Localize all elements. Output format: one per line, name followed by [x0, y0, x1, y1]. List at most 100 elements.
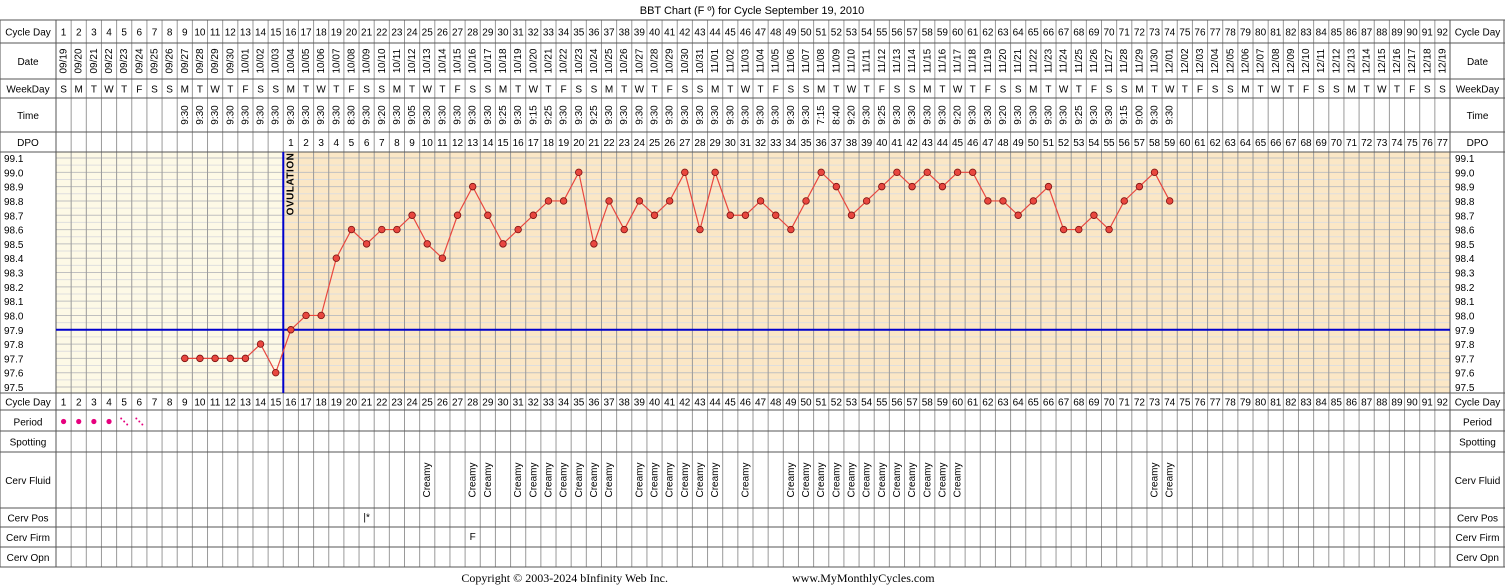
time-label: 9:25 — [543, 105, 554, 125]
date-label: 10/30 — [680, 48, 691, 73]
cycle-day-label: 14 — [255, 28, 267, 39]
y-tick-label-right: 98.1 — [1455, 297, 1475, 308]
footer-link[interactable]: www.MyMonthlyCycles.com — [792, 571, 935, 585]
dpo-label: 70 — [1331, 138, 1343, 149]
time-label: 9:30 — [680, 105, 691, 125]
cycle-day-label: 18 — [316, 28, 328, 39]
cycle-day-label: 37 — [603, 28, 615, 39]
row-label-date: Date — [17, 57, 39, 68]
time-label: 9:15 — [528, 105, 539, 125]
dpo-label: 42 — [907, 138, 919, 149]
cycle-day-label: 87 — [1361, 28, 1373, 39]
cycle-day-label-bottom: 17 — [300, 398, 312, 409]
temperature-point — [529, 211, 537, 219]
time-label: 9:30 — [801, 105, 812, 125]
date-label: 10/05 — [301, 48, 312, 73]
cycle-day-label: 52 — [831, 28, 843, 39]
cerv-pos-mark: |* — [363, 513, 370, 524]
cerv-fluid-label: Creamy — [831, 462, 842, 497]
weekday-label: F — [1409, 85, 1415, 96]
weekday-label: T — [1151, 85, 1157, 96]
date-label: 12/06 — [1240, 48, 1251, 73]
temperature-point — [514, 225, 522, 234]
date-label: 11/21 — [1013, 48, 1024, 73]
cerv-fluid-label: Creamy — [468, 462, 479, 497]
weekday-label: T — [1258, 85, 1264, 96]
y-tick-label: 97.8 — [4, 340, 24, 351]
cycle-day-label-bottom: 88 — [1376, 398, 1388, 409]
dpo-label: 6 — [364, 138, 370, 149]
cycle-day-label-bottom: 57 — [907, 398, 919, 409]
dpo-label: 34 — [785, 138, 797, 149]
time-label: 9:20 — [998, 105, 1009, 125]
temperature-point — [802, 197, 810, 205]
temperature-point — [1165, 197, 1174, 205]
temperature-point — [711, 168, 719, 177]
cerv-fluid-label: Creamy — [710, 462, 721, 497]
date-label: 09/24 — [134, 48, 145, 73]
cycle-day-label: 49 — [785, 28, 797, 39]
dpo-label: 60 — [1179, 138, 1191, 149]
dpo-label: 55 — [1104, 138, 1116, 149]
temperature-point — [726, 211, 734, 219]
cerv-fluid-label: Creamy — [937, 462, 948, 497]
cycle-day-label-bottom: 43 — [694, 398, 706, 409]
date-label: 10/02 — [256, 48, 267, 73]
cycle-day-label-bottom: 72 — [1134, 398, 1146, 409]
cycle-day-label-bottom: 36 — [588, 398, 600, 409]
cycle-day-label: 80 — [1255, 28, 1267, 39]
temperature-point — [756, 197, 765, 205]
date-label: 11/02 — [725, 48, 736, 73]
dpo-label: 11 — [437, 138, 448, 149]
y-tick-label: 98.7 — [4, 211, 24, 222]
temperature-point — [317, 311, 325, 320]
weekday-label: S — [1212, 85, 1219, 96]
y-tick-label-right: 98.6 — [1455, 226, 1475, 237]
dpo-label: 27 — [679, 138, 691, 149]
date-label: 10/22 — [559, 48, 570, 73]
cycle-day-label: 92 — [1437, 28, 1449, 39]
dpo-label: 56 — [1119, 138, 1131, 149]
date-label: 12/17 — [1407, 48, 1418, 73]
cycle-day-label: 5 — [121, 28, 127, 39]
date-label: 11/06 — [786, 48, 797, 73]
y-tick-label-right: 97.7 — [1455, 354, 1475, 365]
temperature-point — [1105, 225, 1113, 234]
row-label-right-weekday: WeekDay — [1456, 85, 1499, 96]
cerv-fluid-label: Creamy — [559, 462, 570, 497]
weekday-label: S — [575, 85, 582, 96]
dpo-label: 39 — [861, 138, 873, 149]
cerv-fluid-label: Creamy — [634, 462, 645, 497]
cycle-day-label-bottom: 24 — [407, 398, 419, 409]
cerv-fluid-label: Creamy — [543, 462, 554, 497]
cerv-fluid-label: Creamy — [740, 462, 751, 497]
time-label: 9:30 — [1013, 105, 1024, 125]
cycle-day-label-bottom: 92 — [1437, 398, 1449, 409]
weekday-label: F — [1303, 85, 1309, 96]
time-label: 9:30 — [634, 105, 645, 125]
period-dot — [91, 418, 97, 425]
cycle-day-label: 88 — [1376, 28, 1388, 39]
row-label-right-spotting: Spotting — [1459, 438, 1496, 449]
y-tick-label-right: 97.8 — [1455, 340, 1475, 351]
date-label: 10/20 — [528, 48, 539, 73]
cycle-day-label-bottom: 4 — [106, 398, 112, 409]
temperature-point — [423, 240, 431, 248]
date-label: 12/08 — [1271, 48, 1282, 73]
bbt-chart-page: Cycle Day Cycle Day Date Date WeekDay WeekDay… — [0, 0, 1505, 587]
weekday-label: F — [667, 85, 673, 96]
dpo-label: 61 — [1194, 138, 1206, 149]
cycle-day-label-bottom: 84 — [1316, 398, 1328, 409]
date-label: 12/07 — [1256, 48, 1267, 73]
cycle-day-label-bottom: 50 — [800, 398, 812, 409]
weekday-label: F — [136, 85, 142, 96]
cycle-day-label-bottom: 65 — [1028, 398, 1040, 409]
dpo-label: 41 — [891, 138, 903, 149]
weekday-label: F — [879, 85, 885, 96]
dpo-label: 48 — [997, 138, 1009, 149]
weekday-label: S — [1227, 85, 1234, 96]
time-label: 9:30 — [240, 105, 251, 125]
weekday-label: S — [1000, 85, 1007, 96]
cycle-day-label: 10 — [194, 28, 206, 39]
dpo-label: 59 — [1164, 138, 1176, 149]
